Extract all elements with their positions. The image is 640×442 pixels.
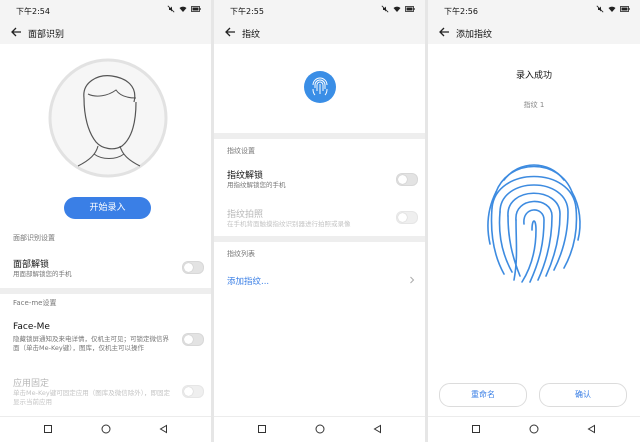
panel-face-recognition: 下午2:54 面部识别 开始录入 面部识别设置 面部解锁 用面部解锁您的手机 F… xyxy=(0,0,211,442)
start-enroll-button[interactable]: 开始录入 xyxy=(64,197,151,219)
page-title: 面部识别 xyxy=(28,30,65,40)
enroll-success-text: 录入成功 xyxy=(515,71,552,81)
back-arrow-icon[interactable] xyxy=(438,26,450,38)
face-outline-icon xyxy=(48,58,168,178)
navigation-bar xyxy=(0,416,211,442)
triangle-back-icon[interactable] xyxy=(586,423,598,435)
app-lock-title: 应用固定 xyxy=(13,379,50,389)
page-title: 指纹 xyxy=(242,30,261,40)
status-icons xyxy=(596,5,630,13)
page-title: 添加指纹 xyxy=(456,30,493,40)
section-fp-settings: 指纹设置 xyxy=(227,147,255,155)
app-lock-toggle xyxy=(182,385,204,398)
panel-add-fingerprint: 下午2:56 添加指纹 录入成功 指纹 1 重命名 确认 xyxy=(428,0,640,442)
toggle-knob xyxy=(184,335,193,344)
face-unlock-toggle[interactable] xyxy=(182,261,204,274)
battery-icon xyxy=(405,6,415,12)
panel-fingerprint: 下午2:55 指纹 指纹设置 指纹解锁 用指纹解锁您的手机 指纹拍照 在手机背面… xyxy=(214,0,425,442)
fp-photo-title: 指纹拍照 xyxy=(227,210,264,220)
wifi-icon xyxy=(393,6,401,12)
status-time: 下午2:54 xyxy=(16,7,50,16)
fingerprint-icon xyxy=(487,164,581,283)
chevron-right-icon xyxy=(410,276,415,284)
status-bar: 下午2:54 xyxy=(0,0,211,20)
toggle-knob xyxy=(398,175,407,184)
status-icons xyxy=(167,5,201,13)
wifi-icon xyxy=(179,6,187,12)
battery-icon xyxy=(620,6,630,12)
triangle-back-icon[interactable] xyxy=(372,423,384,435)
mute-icon xyxy=(167,5,175,13)
wifi-icon xyxy=(608,6,616,12)
fp-unlock-title: 指纹解锁 xyxy=(227,171,264,181)
fingerprint-badge-icon xyxy=(304,71,336,103)
circle-home-icon[interactable] xyxy=(314,423,326,435)
face-unlock-sub: 用面部解锁您的手机 xyxy=(13,270,72,278)
title-bar: 面部识别 xyxy=(0,20,211,44)
square-recent-icon[interactable] xyxy=(256,423,268,435)
section-faceme-settings: Face-me设置 xyxy=(13,299,57,307)
square-recent-icon[interactable] xyxy=(470,423,482,435)
fingerprint-name: 指纹 1 xyxy=(523,101,545,109)
fp-photo-toggle xyxy=(396,211,418,224)
status-bar: 下午2:56 xyxy=(428,0,640,20)
faceme-toggle[interactable] xyxy=(182,333,204,346)
status-bar: 下午2:55 xyxy=(214,0,425,20)
add-fingerprint-link[interactable]: 添加指纹... xyxy=(227,275,269,287)
mute-icon xyxy=(596,5,604,13)
faceme-sub: 隐藏锁屏通知及来电详情，仅机主可见；可锁定微信界面（单击Me-Key键），图库，… xyxy=(13,335,169,352)
navigation-bar xyxy=(214,416,425,442)
toggle-knob xyxy=(184,387,193,396)
status-time: 下午2:56 xyxy=(444,7,478,16)
face-unlock-title: 面部解锁 xyxy=(13,260,50,270)
faceme-title: Face-Me xyxy=(13,322,50,332)
navigation-bar xyxy=(428,416,640,442)
square-recent-icon[interactable] xyxy=(42,423,54,435)
fp-unlock-sub: 用指纹解锁您的手机 xyxy=(227,181,286,189)
rename-button[interactable]: 重命名 xyxy=(439,383,527,407)
fp-photo-sub: 在手机背面触摸指纹识别器进行拍照或录像 xyxy=(227,220,351,228)
triangle-back-icon[interactable] xyxy=(158,423,170,435)
confirm-button[interactable]: 确认 xyxy=(539,383,627,407)
app-lock-sub: 单击Me-Key键可固定应用（图库及微信除外），即固定显示当前应用 xyxy=(13,389,170,406)
section-divider xyxy=(214,133,425,139)
status-icons xyxy=(381,5,415,13)
title-bar: 添加指纹 xyxy=(428,20,640,44)
section-divider xyxy=(214,236,425,242)
title-bar: 指纹 xyxy=(214,20,425,44)
back-arrow-icon[interactable] xyxy=(10,26,22,38)
fp-unlock-toggle[interactable] xyxy=(396,173,418,186)
mute-icon xyxy=(381,5,389,13)
toggle-knob xyxy=(184,263,193,272)
toggle-knob xyxy=(398,213,407,222)
section-fp-list: 指纹列表 xyxy=(227,250,255,258)
section-divider xyxy=(0,288,211,294)
battery-icon xyxy=(191,6,201,12)
section-face-settings: 面部识别设置 xyxy=(13,234,55,242)
status-time: 下午2:55 xyxy=(230,7,264,16)
circle-home-icon[interactable] xyxy=(528,423,540,435)
back-arrow-icon[interactable] xyxy=(224,26,236,38)
circle-home-icon[interactable] xyxy=(100,423,112,435)
